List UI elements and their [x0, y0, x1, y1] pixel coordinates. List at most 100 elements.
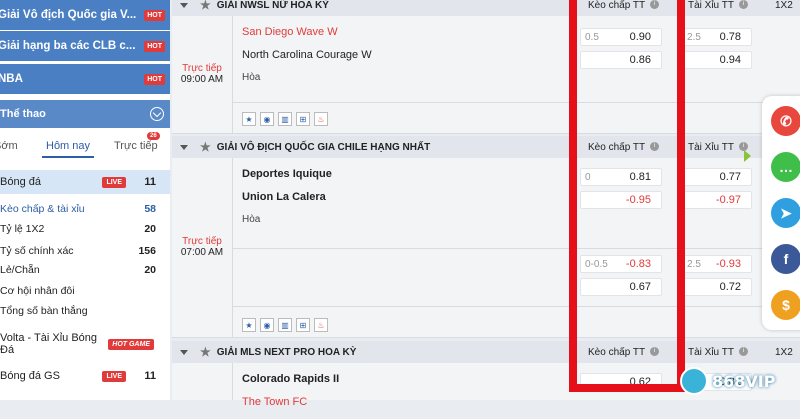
kickoff-time: 07:00 AM [180, 247, 224, 258]
away-team: North Carolina Courage W [242, 49, 372, 61]
info-icon[interactable]: i [738, 0, 748, 10]
league-name: GIẢI MLS NEXT PRO HOA KỲ [216, 346, 357, 358]
home-team: San Diego Wave W [242, 26, 338, 38]
match-actions: ★ ◉ ▥ ⊞ ♨ [242, 318, 328, 332]
market-label: Kèo chấp & tài xỉu [0, 203, 85, 215]
sport-item-football-gs[interactable]: Bóng đá GS LIVE 11 [0, 364, 170, 388]
stats-icon[interactable]: ▥ [278, 318, 292, 332]
field-icon[interactable]: ⊞ [296, 112, 310, 126]
phone-icon[interactable]: ✆ [771, 106, 800, 136]
market-item-odd-even[interactable]: Lẻ/Chẵn 20 [0, 260, 170, 280]
league-name: GIẢI VÔ ĐỊCH QUỐC GIA CHILE HẠNG NHẤT [216, 141, 431, 153]
eye-icon[interactable]: ◉ [260, 318, 274, 332]
telegram-icon[interactable]: ➤ [771, 198, 800, 228]
collapse-caret-icon [180, 349, 188, 355]
field-icon[interactable]: ⊞ [296, 318, 310, 332]
match-row: Trực tiếp 09:00 AM San Diego Wave W Nort… [172, 16, 800, 134]
star-icon[interactable]: ★ [200, 140, 211, 154]
chevron-down-icon [150, 107, 164, 121]
sidebar: Giải Vô địch Quốc gia V... HOT Giải hạng… [0, 0, 170, 400]
live-status: Trực tiếp [182, 236, 222, 247]
expand-arrow-icon[interactable] [744, 150, 751, 162]
sport-item-football[interactable]: Bóng đá LIVE 11 [0, 170, 170, 194]
tab-early[interactable]: Sớm [0, 140, 18, 152]
match-time: Trực tiếp 07:00 AM [172, 236, 232, 258]
highlight-frame [569, 0, 685, 392]
match-time: Trực tiếp 09:00 AM [172, 63, 232, 85]
odds-ou-under[interactable]: -0.97 [682, 191, 752, 209]
divider [232, 248, 800, 249]
tab-live[interactable]: Trực tiếp [114, 140, 158, 152]
sports-section-header[interactable]: Thể thao [0, 100, 170, 128]
market-count: 20 [144, 264, 156, 276]
market-count: 58 [144, 203, 156, 215]
info-icon[interactable]: i [738, 347, 748, 357]
star-icon[interactable]: ★ [242, 112, 256, 126]
away-team: The Town FC [242, 396, 308, 408]
facebook-icon[interactable]: f [771, 244, 800, 274]
market-label: Tỷ lệ 1X2 [0, 223, 45, 235]
market-count: 20 [144, 223, 156, 235]
fire-icon[interactable]: ♨ [314, 318, 328, 332]
odds-board: ★ GIẢI NWSL NỮ HOA KỲ Kèo chấp TT i Tài X… [172, 0, 800, 408]
collapse-caret-icon [180, 144, 188, 150]
star-icon[interactable]: ★ [200, 0, 211, 12]
col-header-1x2: 1X2 [775, 346, 793, 358]
chat-icon[interactable]: … [771, 152, 800, 182]
sport-label: Bóng đá [0, 176, 41, 188]
logo-text: 868VIP [712, 371, 776, 391]
tab-today[interactable]: Hôm nay [46, 140, 90, 152]
sport-count: 11 [144, 176, 156, 188]
col-header-1x2: 1X2 [775, 0, 793, 11]
odds-ou-over[interactable]: 0.77 [682, 168, 752, 186]
league-name: GIẢI NWSL NỮ HOA KỲ [216, 0, 329, 11]
collapse-caret-icon [180, 2, 188, 8]
match-actions: ★ ◉ ▥ ⊞ ♨ [242, 112, 328, 126]
fire-icon[interactable]: ♨ [314, 112, 328, 126]
market-item-total-goals[interactable]: Tổng số bàn thắng [0, 301, 170, 321]
divider [232, 102, 800, 103]
market-label: Lẻ/Chẵn [0, 264, 40, 276]
market-item-correct-score[interactable]: Tỷ số chính xác 156 [0, 241, 170, 261]
teams: San Diego Wave W North Carolina Courage … [242, 26, 372, 83]
odds-ou-over-alt[interactable]: 2.5 -0.93 [682, 255, 752, 273]
divider [232, 363, 233, 400]
sports-label: Thể thao [0, 108, 46, 120]
col-header-overunder: Tài Xỉu TT i [688, 142, 748, 153]
sidebar-league-label: Giải Vô địch Quốc gia V... [0, 9, 137, 21]
odds-ou-under[interactable]: 0.94 [682, 51, 752, 69]
market-item-handicap[interactable]: Kèo chấp & tài xỉu 58 [0, 199, 170, 219]
star-icon[interactable]: ★ [242, 318, 256, 332]
star-icon[interactable]: ★ [200, 345, 211, 359]
sidebar-league-3[interactable]: NBA HOT [0, 64, 170, 94]
teams: Deportes Iquique Union La Calera Hòa [242, 168, 332, 225]
hot-badge: HOT [144, 40, 165, 52]
live-count-badge: 26 [147, 132, 160, 140]
eye-icon[interactable]: ◉ [260, 112, 274, 126]
hot-game-badge: HOT GAME [108, 338, 154, 350]
sidebar-league-2[interactable]: Giải hạng ba các CLB c... HOT [0, 31, 170, 61]
sidebar-league-1[interactable]: Giải Vô địch Quốc gia V... HOT [0, 0, 170, 30]
day-tabs: Sớm Hôm nay Trực tiếp 26 [0, 130, 170, 160]
sidebar-league-label: Giải hạng ba các CLB c... [0, 40, 136, 52]
sport-item-volta[interactable]: Volta - Tài Xỉu Bóng Đá HOT GAME [0, 332, 170, 356]
hot-badge: HOT [144, 73, 165, 85]
home-team: Colorado Rapids II [242, 373, 340, 385]
odds-ou-over[interactable]: 2.5 0.78 [682, 28, 752, 46]
active-tab-indicator [42, 156, 94, 158]
market-item-double-chance[interactable]: Cơ hội nhân đôi [0, 281, 170, 301]
kickoff-time: 09:00 AM [180, 74, 224, 85]
league-header[interactable]: ★ GIẢI MLS NEXT PRO HOA KỲ Kèo chấp TT i … [172, 341, 800, 363]
market-count: 156 [138, 245, 156, 257]
divider [232, 16, 233, 134]
stats-icon[interactable]: ▥ [278, 112, 292, 126]
live-status: Trực tiếp [182, 63, 222, 74]
col-header-overunder: Tài Xỉu TT i [688, 347, 748, 358]
market-item-1x2[interactable]: Tỷ lệ 1X2 20 [0, 219, 170, 239]
league-header[interactable]: ★ GIẢI VÔ ĐỊCH QUỐC GIA CHILE HẠNG NHẤT … [172, 136, 800, 158]
sport-count: 11 [144, 370, 156, 382]
home-team: Deportes Iquique [242, 168, 332, 180]
coin-icon[interactable]: $ [771, 290, 800, 320]
league-header[interactable]: ★ GIẢI NWSL NỮ HOA KỲ Kèo chấp TT i Tài X… [172, 0, 800, 16]
odds-ou-under-alt[interactable]: 0.72 [682, 278, 752, 296]
